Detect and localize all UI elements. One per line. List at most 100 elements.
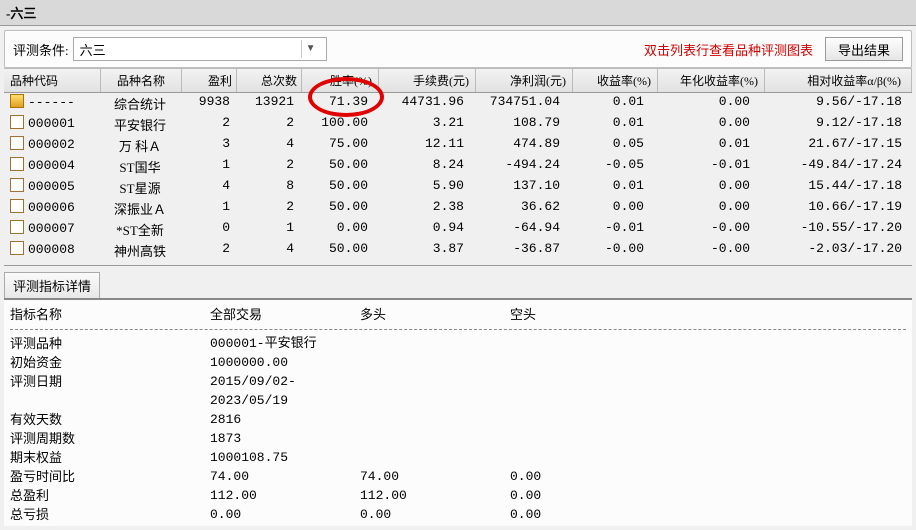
cell-profit: 108.79 xyxy=(470,115,566,134)
detail-row: 评测日期2015/09/02-2023/05/19 xyxy=(10,372,906,410)
cell-ret: -0.05 xyxy=(566,157,650,176)
detail-v2 xyxy=(360,334,510,353)
cell-annret: -0.00 xyxy=(650,220,756,239)
cell-winrate: 50.00 xyxy=(298,178,374,197)
detail-name: 评测品种 xyxy=(10,334,210,353)
cell-winrate: 50.00 xyxy=(298,199,374,218)
cell-name: 深振业Ａ xyxy=(100,199,180,218)
detail-hdr-all: 全部交易 xyxy=(210,304,360,323)
cell-total: 4 xyxy=(234,241,298,260)
header-name[interactable]: 品种名称 xyxy=(101,69,182,92)
table-row[interactable]: 000007*ST全新010.000.94-64.94-0.01-0.00-10… xyxy=(4,219,912,240)
cell-ret: 0.01 xyxy=(566,115,650,134)
cell-code: 000004 xyxy=(4,157,100,176)
detail-name: 总盈利 xyxy=(10,486,210,505)
detail-row: 总盈利112.00112.000.00 xyxy=(10,486,906,505)
cell-annret: 0.00 xyxy=(650,199,756,218)
hint-text: 双击列表行查看品种评测图表 xyxy=(644,40,813,59)
row-icon xyxy=(10,241,24,255)
cell-total: 4 xyxy=(234,136,298,155)
cell-name: 神州高铁 xyxy=(100,241,180,260)
cell-fee: 5.90 xyxy=(374,178,470,197)
detail-name: 评测周期数 xyxy=(10,429,210,448)
cell-alpha: 9.12/-17.18 xyxy=(756,115,912,134)
header-ret[interactable]: 收益率(%) xyxy=(573,69,658,92)
cell-wins: 2 xyxy=(180,115,234,134)
table-row[interactable]: 000001平安银行22100.003.21108.790.010.009.12… xyxy=(4,114,912,135)
cell-wins: 0 xyxy=(180,220,234,239)
detail-name: 总亏损 xyxy=(10,505,210,524)
row-icon xyxy=(10,136,24,150)
detail-section-title[interactable]: 评测指标详情 xyxy=(4,272,100,298)
export-button[interactable]: 导出结果 xyxy=(825,37,903,61)
header-total[interactable]: 总次数 xyxy=(237,69,302,92)
cell-winrate: 100.00 xyxy=(298,115,374,134)
row-icon xyxy=(10,178,24,192)
cell-ret: -0.01 xyxy=(566,220,650,239)
cell-wins: 2 xyxy=(180,241,234,260)
row-icon xyxy=(10,94,24,108)
detail-v2: 112.00 xyxy=(360,486,510,505)
detail-header: 指标名称 全部交易 多头 空头 xyxy=(10,304,906,327)
detail-v1: 74.00 xyxy=(210,467,360,486)
detail-v3 xyxy=(510,372,660,410)
table-row[interactable]: 000005ST星源4850.005.90137.100.010.0015.44… xyxy=(4,177,912,198)
table-row[interactable]: 000006深振业Ａ1250.002.3836.620.000.0010.66/… xyxy=(4,198,912,219)
header-profit[interactable]: 净利润(元) xyxy=(476,69,573,92)
cell-fee: 3.21 xyxy=(374,115,470,134)
detail-v3 xyxy=(510,429,660,448)
cell-ret: 0.01 xyxy=(566,178,650,197)
table-area: 品种代码 品种名称 盈利 总次数 胜率(%) 手续费(元) 净利润(元) 收益率… xyxy=(0,68,916,261)
detail-v2 xyxy=(360,410,510,429)
row-icon xyxy=(10,115,24,129)
cell-annret: -0.00 xyxy=(650,241,756,260)
cell-ret: -0.00 xyxy=(566,241,650,260)
detail-v2 xyxy=(360,353,510,372)
header-alpha[interactable]: 相对收益率α/β(%) xyxy=(765,69,912,92)
cell-winrate: 50.00 xyxy=(298,157,374,176)
cell-total: 8 xyxy=(234,178,298,197)
window-title: -六三 xyxy=(0,0,916,26)
detail-v2: 0.00 xyxy=(360,505,510,524)
header-fee[interactable]: 手续费(元) xyxy=(379,69,476,92)
detail-rows: 评测品种000001-平安银行初始资金1000000.00评测日期2015/09… xyxy=(10,334,906,524)
cell-total: 2 xyxy=(234,115,298,134)
header-annret[interactable]: 年化收益率(%) xyxy=(658,69,765,92)
detail-name: 有效天数 xyxy=(10,410,210,429)
cell-ret: 0.01 xyxy=(566,94,650,113)
table-row[interactable]: 000008神州高铁2450.003.87-36.87-0.00-0.00-2.… xyxy=(4,240,912,261)
cell-code: 000001 xyxy=(4,115,100,134)
cell-fee: 44731.96 xyxy=(374,94,470,113)
cell-wins: 3 xyxy=(180,136,234,155)
cell-annret: 0.01 xyxy=(650,136,756,155)
divider xyxy=(10,329,906,330)
table-row[interactable]: ------综合统计99381392171.3944731.96734751.0… xyxy=(4,93,912,114)
detail-v3: 0.00 xyxy=(510,505,660,524)
detail-v1: 1873 xyxy=(210,429,360,448)
cell-alpha: -2.03/-17.20 xyxy=(756,241,912,260)
cell-alpha: 10.66/-17.19 xyxy=(756,199,912,218)
cell-winrate: 0.00 xyxy=(298,220,374,239)
cell-alpha: -10.55/-17.20 xyxy=(756,220,912,239)
detail-v2: 74.00 xyxy=(360,467,510,486)
cell-profit: 734751.04 xyxy=(470,94,566,113)
cell-code: ------ xyxy=(4,94,100,113)
detail-v3 xyxy=(510,334,660,353)
header-winrate[interactable]: 胜率(%) xyxy=(302,69,379,92)
detail-v1: 2015/09/02-2023/05/19 xyxy=(210,372,360,410)
detail-panel: 指标名称 全部交易 多头 空头 评测品种000001-平安银行初始资金10000… xyxy=(4,298,912,526)
table-header: 品种代码 品种名称 盈利 总次数 胜率(%) 手续费(元) 净利润(元) 收益率… xyxy=(4,68,912,93)
detail-v1: 000001-平安银行 xyxy=(210,334,360,353)
cell-name: ST星源 xyxy=(100,178,180,197)
header-code[interactable]: 品种代码 xyxy=(4,69,101,92)
table-row[interactable]: 000004ST国华1250.008.24-494.24-0.05-0.01-4… xyxy=(4,156,912,177)
header-wins[interactable]: 盈利 xyxy=(182,69,237,92)
cell-alpha: 15.44/-17.18 xyxy=(756,178,912,197)
cell-name: 万 科Ａ xyxy=(100,136,180,155)
table-row[interactable]: 000002万 科Ａ3475.0012.11474.890.050.0121.6… xyxy=(4,135,912,156)
detail-v3 xyxy=(510,410,660,429)
cell-annret: 0.00 xyxy=(650,178,756,197)
detail-v3: 0.00 xyxy=(510,467,660,486)
condition-combobox[interactable]: 六三 ▼ xyxy=(73,37,327,61)
condition-value: 六三 xyxy=(80,40,106,59)
